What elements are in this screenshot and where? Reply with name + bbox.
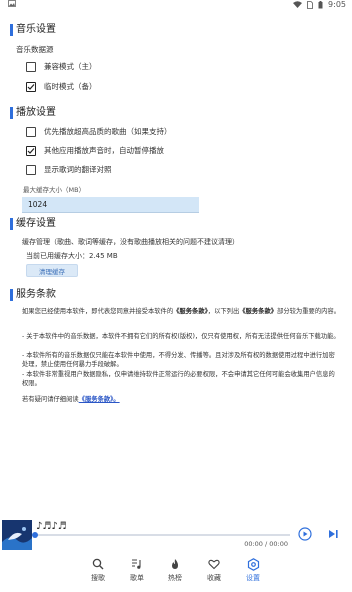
- terms-link[interactable]: 《服务条款》。: [79, 396, 120, 403]
- skip-next-icon: [329, 530, 338, 538]
- option-compat-mode-label: 兼容模式（主）: [44, 62, 97, 71]
- terms-intro: 如果您已经使用本软件，即代表您同意并接受本软件的《服务条款》，以下列出《服务条款…: [22, 307, 340, 316]
- option-lyric-translation-label: 显示歌词的翻译对照: [44, 165, 112, 174]
- cache-settings-title: 缓存设置: [10, 218, 56, 230]
- battery-icon: [318, 0, 323, 9]
- terms-item-3: - 本软件非常重视用户数据隐私，仅申请维持软件正常运行的必要权限，不会申请其它任…: [22, 371, 335, 387]
- option-high-quality-label: 优先播放超高品质的歌曲（如果支持）: [44, 127, 172, 136]
- progress-knob[interactable]: [32, 532, 38, 538]
- checkbox-compat-mode[interactable]: [26, 61, 36, 72]
- playlist-icon: [130, 557, 144, 571]
- status-bar: 9:05: [0, 0, 352, 10]
- terms-item-1: - 关于本软件中的音乐数据，本软件不拥有它们的所有权(版权)，仅只有使用权，所有…: [22, 333, 340, 340]
- nav-settings-label: 设置: [246, 574, 260, 582]
- terms-intro-text-3: 部分较为重要的内容。: [277, 308, 340, 315]
- option-auto-pause[interactable]: 其他应用播放声音时，自动暂停播放: [26, 145, 164, 156]
- nav-search[interactable]: 搜歌: [78, 557, 118, 583]
- playback-settings-title: 播放设置: [10, 107, 56, 119]
- option-lyric-translation[interactable]: 显示歌词的翻译对照: [26, 164, 112, 175]
- checkbox-temp-mode[interactable]: [26, 81, 36, 92]
- checkbox-auto-pause[interactable]: [26, 145, 36, 156]
- terms-title: 服务条款: [10, 289, 56, 301]
- terms-name: 《服务条款》: [173, 308, 208, 315]
- max-cache-input[interactable]: 1024: [22, 197, 199, 213]
- bottom-nav: 搜歌 歌单 热榜 收藏 设置: [0, 555, 352, 591]
- wifi-icon: [293, 1, 303, 8]
- terms-item-2: - 本软件所有的音乐数据仅只能在本软件中使用，不得分发、传播等。且对涉及所有权的…: [22, 352, 335, 368]
- settings-icon: [246, 557, 260, 571]
- nav-search-label: 搜歌: [91, 574, 105, 582]
- terms-footer-text: 若有疑问请仔细阅读: [22, 396, 79, 403]
- progress-bar[interactable]: [36, 534, 290, 536]
- checkbox-lyric-translation[interactable]: [26, 164, 36, 175]
- playback-time: 00:00 / 00:00: [244, 540, 288, 548]
- nav-hot[interactable]: 热榜: [155, 557, 195, 583]
- music-settings-title: 音乐设置: [10, 24, 56, 36]
- option-high-quality[interactable]: 优先播放超高品质的歌曲（如果支持）: [26, 126, 172, 137]
- clear-cache-button[interactable]: 清理缓存: [26, 264, 78, 277]
- checkbox-high-quality[interactable]: [26, 126, 36, 137]
- mini-player: ♪♬♪♬ 00:00 / 00:00: [0, 520, 352, 552]
- option-compat-mode[interactable]: 兼容模式（主）: [26, 61, 97, 72]
- song-title: ♪♬♪♬: [36, 521, 67, 532]
- nav-playlist[interactable]: 歌单: [117, 557, 157, 583]
- music-source-label: 音乐数据源: [16, 45, 54, 54]
- album-art[interactable]: [2, 520, 32, 550]
- nav-favorites-label: 收藏: [207, 574, 221, 582]
- search-icon: [91, 557, 105, 571]
- terms-name-2: 《服务条款》: [239, 308, 278, 315]
- status-image-icon: [8, 0, 16, 9]
- option-auto-pause-label: 其他应用播放声音时，自动暂停播放: [44, 146, 164, 155]
- play-icon: [298, 527, 312, 541]
- nav-hot-label: 热榜: [168, 574, 182, 582]
- sim-icon: [307, 0, 313, 9]
- terms-footer: 若有疑问请仔细阅读《服务条款》。: [22, 395, 340, 404]
- play-button[interactable]: [298, 527, 312, 541]
- max-cache-label: 最大缓存大小（MB）: [23, 186, 86, 194]
- option-temp-mode[interactable]: 临时模式（备）: [26, 81, 97, 92]
- status-time: 9:05: [328, 0, 346, 9]
- nav-settings[interactable]: 设置: [233, 557, 273, 583]
- cache-current-size: 当前已用缓存大小：2.45 MB: [26, 252, 118, 260]
- terms-intro-text: 如果您已经使用本软件，即代表您同意并接受本软件的: [22, 308, 174, 315]
- cache-description: 缓存管理（歌曲、歌词等缓存，没有歌曲播放相关的问题不建议清理）: [22, 238, 239, 246]
- heart-icon: [207, 557, 221, 571]
- option-temp-mode-label: 临时模式（备）: [44, 82, 97, 91]
- next-button[interactable]: [326, 527, 340, 541]
- nav-playlist-label: 歌单: [130, 574, 144, 582]
- terms-intro-text-2: ，以下列出: [207, 308, 240, 315]
- nav-favorites[interactable]: 收藏: [194, 557, 234, 583]
- fire-icon: [168, 557, 182, 571]
